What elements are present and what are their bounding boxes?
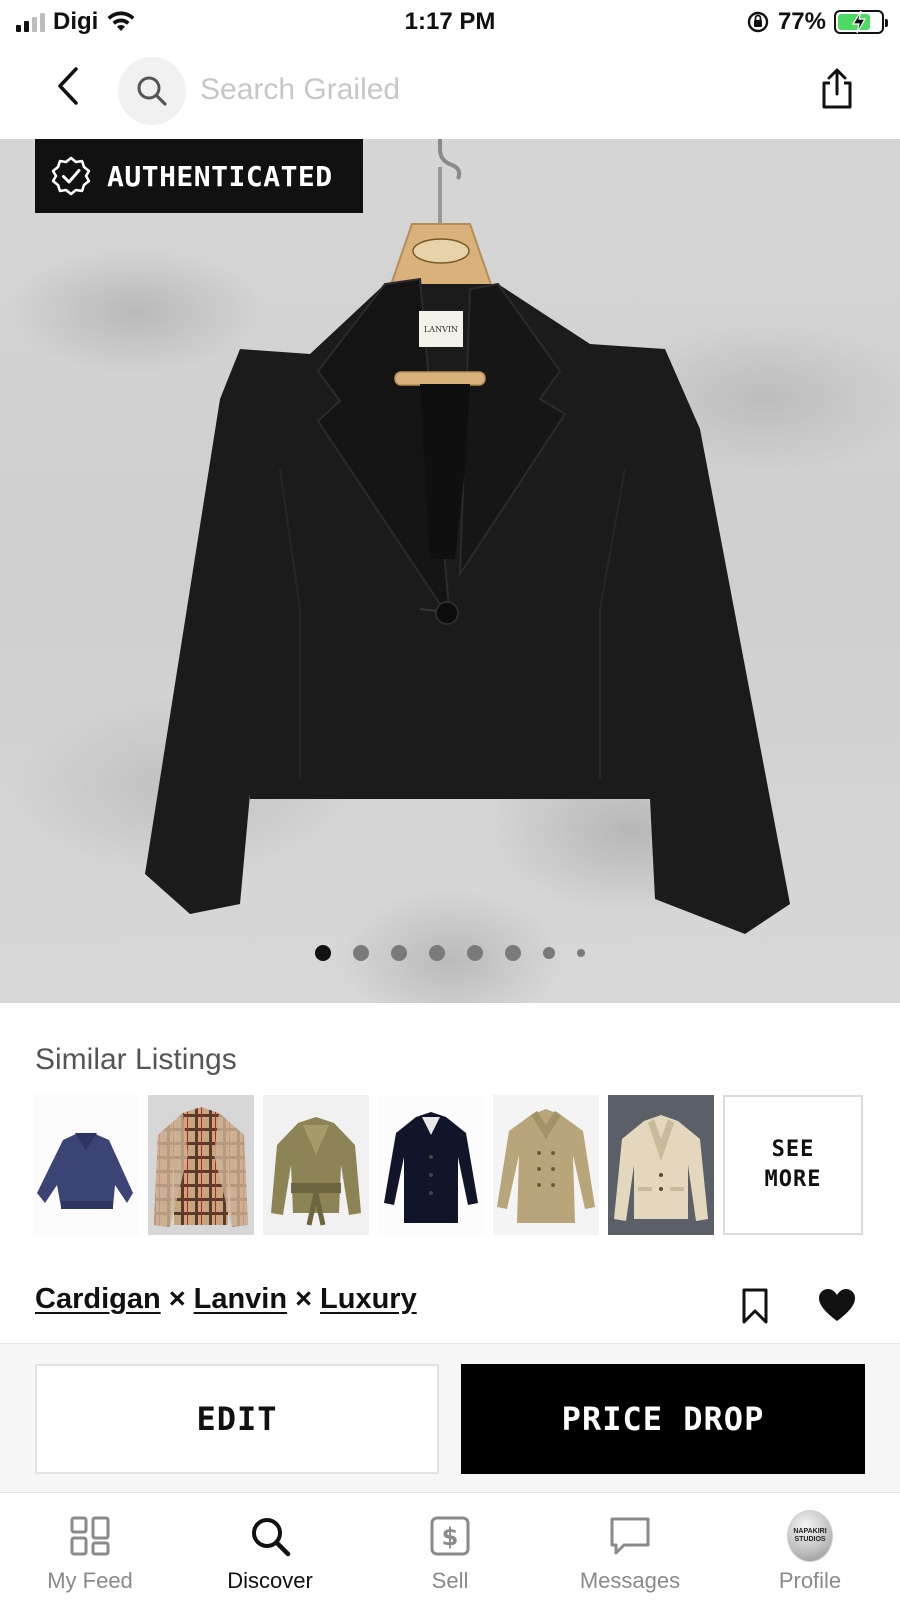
price-drop-button[interactable]: PRICE DROP [461,1364,865,1474]
similar-listing-thumb[interactable] [493,1095,599,1235]
similar-listing-thumb[interactable] [33,1095,139,1235]
share-icon [822,68,852,109]
pager-dot[interactable] [391,945,407,961]
bookmark-icon [742,1288,768,1324]
tab-sell[interactable]: $ Sell [360,1494,540,1600]
charging-bolt-icon [851,10,867,34]
search-input[interactable] [200,66,760,114]
brand-separator: × [295,1283,313,1315]
similar-listing-thumb[interactable] [148,1095,254,1235]
image-pager-dots [0,945,900,961]
heart-icon [819,1289,855,1321]
tab-label: Profile [778,1568,842,1593]
avatar: NAPAKIRI STUDIOS [787,1510,833,1562]
search-button[interactable] [118,57,186,125]
top-nav [0,50,900,136]
similar-listings-heading: Similar Listings [35,1043,237,1076]
navy-long-coat-icon [378,1095,484,1235]
plaid-check-coat-icon [148,1095,254,1235]
cream-blazer-icon [608,1095,714,1235]
favorite-button[interactable] [817,1287,857,1323]
authenticated-badge: AUTHENTICATED [35,139,363,213]
listing-photo[interactable]: LANVIN AUTHENTICATED [0,139,900,1003]
tab-label: My Feed [47,1568,133,1593]
pager-dot[interactable] [577,949,585,957]
tab-label: Discover [227,1568,313,1593]
listing-action-bar: EDIT PRICE DROP [0,1343,900,1493]
tab-label: Messages [579,1568,681,1593]
pager-dot[interactable] [315,945,331,961]
see-more-button[interactable]: SEE MORE [723,1095,863,1235]
message-bubble-icon [610,1517,650,1555]
similar-listings-carousel: SEE MORE [33,1095,863,1235]
search-icon [252,1518,291,1557]
listing-title-row: Cardigan × Lanvin × Luxury [35,1283,865,1333]
pager-dot[interactable] [543,947,555,959]
hanger-label-text: LANVIN [424,325,458,334]
pager-dot[interactable] [429,945,445,961]
pager-dot[interactable] [353,945,369,961]
edit-button-label: EDIT [196,1400,278,1438]
edit-button[interactable]: EDIT [35,1364,439,1474]
tab-messages[interactable]: Messages [540,1494,720,1600]
olive-satin-jacket-icon [263,1095,369,1235]
price-drop-button-label: PRICE DROP [561,1400,765,1438]
tab-discover[interactable]: Discover [180,1494,360,1600]
brand-link-luxury[interactable]: Luxury [320,1283,417,1316]
pager-dot[interactable] [467,945,483,961]
similar-listing-thumb[interactable] [263,1095,369,1235]
battery-icon [834,10,888,34]
navy-bomber-jacket-icon [33,1095,139,1235]
status-bar: Digi 1:17 PM 77% [0,0,900,46]
verified-badge-icon [51,156,91,196]
bottom-tab-bar: My Feed Discover $ Sell Messages NAPAKIR… [0,1494,900,1600]
share-button[interactable] [814,64,860,114]
search-icon [137,76,167,106]
orientation-lock-icon [747,11,769,33]
back-button[interactable] [46,64,90,108]
avatar-text: NAPAKIRI STUDIOS [793,1528,827,1543]
see-more-label-line2: MORE [764,1167,822,1192]
save-listing-button[interactable] [740,1287,770,1325]
tab-label: Sell [431,1568,469,1593]
beige-trench-coat-icon [493,1095,599,1235]
svg-text:$: $ [442,1523,459,1551]
sell-dollar-icon: $ [430,1516,470,1556]
feed-grid-icon [70,1516,110,1556]
similar-listing-thumb[interactable] [608,1095,714,1235]
brand-link-cardigan[interactable]: Cardigan [35,1283,161,1316]
status-right: 77% [746,8,888,36]
battery-percent: 77% [777,8,826,35]
jacket-photo: LANVIN [145,139,790,934]
similar-listing-thumb[interactable] [378,1095,484,1235]
tab-profile[interactable]: NAPAKIRI STUDIOS Profile [720,1494,900,1600]
see-more-label-line1: SEE [771,1137,815,1162]
authenticated-label: AUTHENTICATED [107,159,333,193]
tab-my-feed[interactable]: My Feed [0,1494,180,1600]
brand-separator: × [168,1283,186,1315]
brand-link-lanvin[interactable]: Lanvin [194,1283,287,1316]
pager-dot[interactable] [505,945,521,961]
chevron-left-icon [58,67,78,105]
